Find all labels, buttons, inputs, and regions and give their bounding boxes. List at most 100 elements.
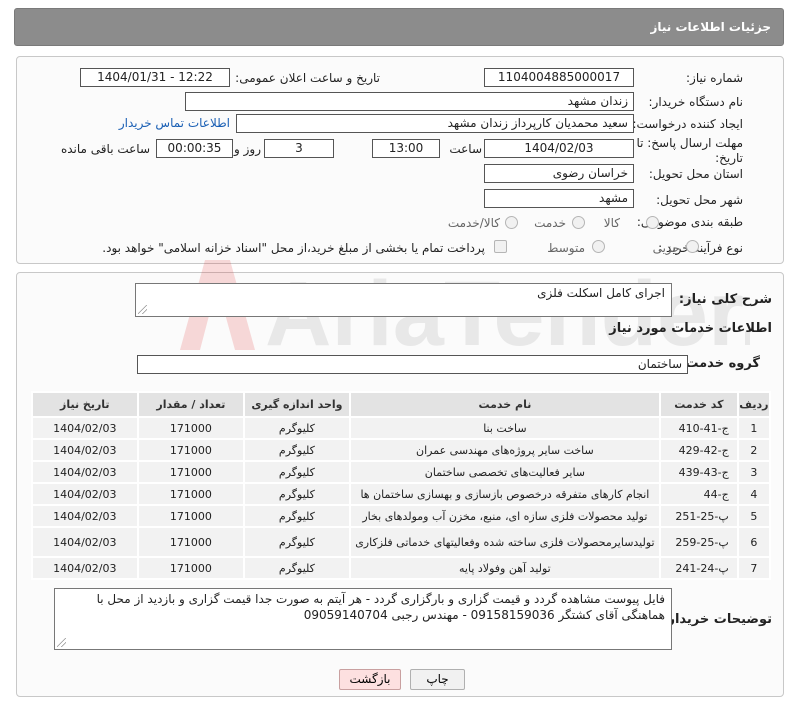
table-row: 2 ج-42-429 ساخت سایر پروژه‌های مهندسی عم… xyxy=(31,438,772,462)
city-label: شهر محل تحویل: xyxy=(656,193,743,207)
table-row: 5 پ-25-251 تولید محصولات فلزی سازه ای، م… xyxy=(31,504,772,528)
service-date: 1404/02/03 xyxy=(31,504,139,528)
need-number-label: شماره نیاز: xyxy=(686,71,743,85)
row-index: 5 xyxy=(736,504,772,528)
service-unit: کلیوگرم xyxy=(243,482,351,506)
row-index: 4 xyxy=(736,482,772,506)
service-qty: 171000 xyxy=(136,416,246,440)
service-date: 1404/02/03 xyxy=(31,460,139,484)
requester-field: سعید محمدیان کارپرداز زندان مشهد xyxy=(236,114,634,133)
column-header: تاریخ نیاز xyxy=(31,391,139,418)
column-header: تعداد / مقدار xyxy=(136,391,246,418)
province-label: استان محل تحویل: xyxy=(648,167,743,181)
service-date: 1404/02/03 xyxy=(31,416,139,440)
buyer-notes-textarea[interactable]: فایل پیوست مشاهده گردد و قیمت گزاری و با… xyxy=(54,588,672,650)
buyer-notes-label: توضیحات خریدار: xyxy=(662,612,772,627)
resize-grip-icon[interactable] xyxy=(57,638,66,647)
category-service-label: خدمت xyxy=(534,216,566,230)
announce-datetime-field: 1404/01/31 - 12:22 xyxy=(80,68,230,87)
service-code: ج-43-439 xyxy=(659,460,739,484)
summary-label: شرح کلی نیاز: xyxy=(678,292,772,307)
summary-textarea[interactable]: اجرای کامل اسکلت فلزی xyxy=(135,283,672,317)
resize-grip-icon[interactable] xyxy=(138,305,147,314)
summary-text: اجرای کامل اسکلت فلزی xyxy=(537,286,665,300)
remaining-days-field: 3 xyxy=(264,139,334,158)
service-qty: 171000 xyxy=(136,460,246,484)
category-goods-label: کالا xyxy=(603,216,620,230)
service-unit: کلیوگرم xyxy=(243,526,351,558)
category-goods-radio[interactable] xyxy=(646,216,659,229)
service-name: ساخت سایر پروژه‌های مهندسی عمران xyxy=(348,438,662,462)
deadline-date-field: 1404/02/03 xyxy=(484,139,634,158)
service-group-field: ساختمان xyxy=(137,355,688,374)
page-title: جزئیات اطلاعات نیاز xyxy=(650,20,771,34)
deadline-time-label: ساعت xyxy=(449,142,482,156)
back-button[interactable]: بازگشت xyxy=(339,669,401,690)
category-goods-service-radio[interactable] xyxy=(505,216,518,229)
buyer-notes-text: فایل پیوست مشاهده گردد و قیمت گزاری و با… xyxy=(96,592,665,622)
column-header: واحد اندازه گیری xyxy=(243,391,351,418)
table-row: 3 ج-43-439 سایر فعالیت‌های تخصصی ساختمان… xyxy=(31,460,772,484)
services-table: ردیف کد خدمت نام خدمت واحد اندازه گیری ت… xyxy=(31,391,772,580)
service-code: پ-25-259 xyxy=(659,526,739,558)
service-qty: 171000 xyxy=(136,438,246,462)
service-unit: کلیوگرم xyxy=(243,438,351,462)
service-code: ج-44 xyxy=(659,482,739,506)
remaining-time-field: 00:00:35 xyxy=(156,139,233,158)
service-qty: 171000 xyxy=(136,556,246,580)
services-title: اطلاعات خدمات مورد نیاز xyxy=(609,321,772,336)
column-header: ردیف xyxy=(736,391,772,418)
buyer-org-field: زندان مشهد xyxy=(185,92,634,111)
table-row: 1 ج-41-410 ساخت بنا کلیوگرم 171000 1404/… xyxy=(31,416,772,440)
category-service-radio[interactable] xyxy=(572,216,585,229)
treasury-note: پرداخت تمام یا بخشی از مبلغ خرید،از محل … xyxy=(102,241,485,255)
service-name: تولیدسایرمحصولات فلزی ساخته شده وفعالیته… xyxy=(348,526,662,558)
service-qty: 171000 xyxy=(136,526,246,558)
purchase-partial-radio[interactable] xyxy=(686,240,699,253)
need-details-panel xyxy=(16,56,784,264)
service-name: تولید آهن وفولاد پایه xyxy=(348,556,662,580)
service-name: سایر فعالیت‌های تخصصی ساختمان xyxy=(348,460,662,484)
need-number-field: 1104004885000017 xyxy=(484,68,634,87)
service-qty: 171000 xyxy=(136,504,246,528)
remaining-time-label: ساعت باقی مانده xyxy=(60,142,150,156)
requester-label: ایجاد کننده درخواست: xyxy=(632,117,743,131)
city-field: مشهد xyxy=(484,189,634,208)
column-header: کد خدمت xyxy=(659,391,739,418)
service-name: ساخت بنا xyxy=(348,416,662,440)
purchase-medium-radio[interactable] xyxy=(592,240,605,253)
service-code: پ-25-251 xyxy=(659,504,739,528)
service-unit: کلیوگرم xyxy=(243,504,351,528)
print-button[interactable]: چاپ xyxy=(410,669,465,690)
service-code: ج-41-410 xyxy=(659,416,739,440)
buyer-org-label: نام دستگاه خریدار: xyxy=(648,95,744,109)
service-unit: کلیوگرم xyxy=(243,460,351,484)
buyer-contact-link[interactable]: اطلاعات تماس خریدار xyxy=(119,116,230,130)
row-index: 6 xyxy=(736,526,772,558)
row-index: 3 xyxy=(736,460,772,484)
service-code: پ-24-241 xyxy=(659,556,739,580)
table-header-row: ردیف کد خدمت نام خدمت واحد اندازه گیری ت… xyxy=(31,391,772,418)
row-index: 2 xyxy=(736,438,772,462)
row-index: 7 xyxy=(736,556,772,580)
service-code: ج-42-429 xyxy=(659,438,739,462)
service-qty: 171000 xyxy=(136,482,246,506)
service-date: 1404/02/03 xyxy=(31,556,139,580)
deadline-label-line2: تاریخ: xyxy=(715,151,743,165)
province-field: خراسان رضوی xyxy=(484,164,634,183)
service-name: تولید محصولات فلزی سازه ای، منبع، مخزن آ… xyxy=(348,504,662,528)
purchase-partial-label: جزیی xyxy=(652,241,680,255)
remaining-days-label: روز و xyxy=(234,142,261,156)
deadline-label: مهلت ارسال پاسخ: تا xyxy=(636,136,743,150)
deadline-time-field: 13:00 xyxy=(372,139,440,158)
service-name: انجام کارهای متفرقه درخصوص بازسازی و بهس… xyxy=(348,482,662,506)
service-date: 1404/02/03 xyxy=(31,482,139,506)
treasury-checkbox[interactable] xyxy=(494,240,507,253)
announce-datetime-label: تاریخ و ساعت اعلان عمومی: xyxy=(235,71,380,85)
service-unit: کلیوگرم xyxy=(243,556,351,580)
table-row: 7 پ-24-241 تولید آهن وفولاد پایه کلیوگرم… xyxy=(31,556,772,580)
service-date: 1404/02/03 xyxy=(31,438,139,462)
page-header: جزئیات اطلاعات نیاز xyxy=(14,8,784,46)
purchase-medium-label: متوسط xyxy=(547,241,585,255)
service-group-label: گروه خدمت: xyxy=(680,356,760,371)
